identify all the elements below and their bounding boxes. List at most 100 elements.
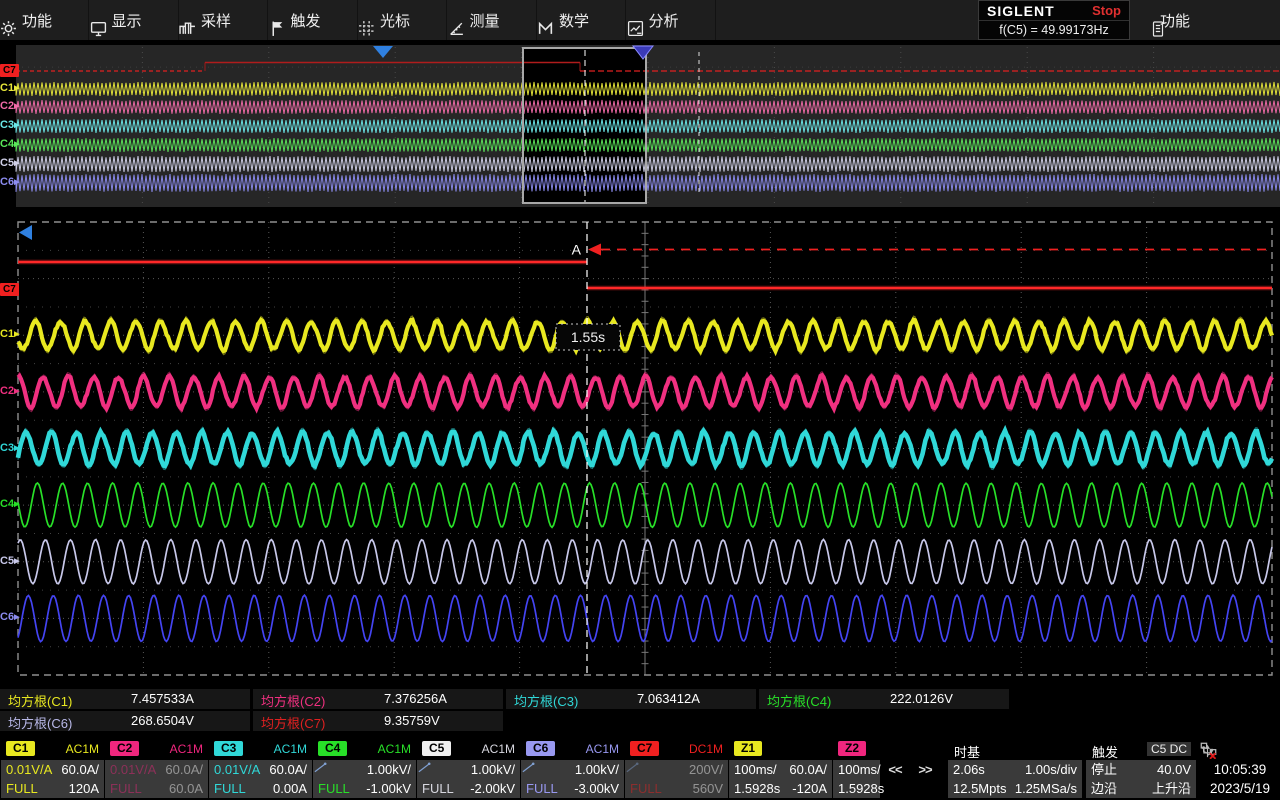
zoom-block-Z2[interactable]: Z2 100ms/1.5928s	[833, 740, 880, 798]
measurement-rms-C1[interactable]: 均方根(C1)7.457533A	[0, 689, 250, 709]
nav-prev-button[interactable]: <<	[882, 758, 908, 782]
menu-item-cursor[interactable]: 光标	[358, 0, 447, 40]
measurement-label: 均方根(C2)	[261, 691, 325, 710]
measurement-rms-C2[interactable]: 均方根(C2)7.376256A	[253, 689, 503, 709]
menu-item-label: 测量	[470, 10, 500, 31]
measurement-value: 7.063412A	[637, 691, 700, 706]
channel-block-top: C4 AC1M	[313, 740, 416, 759]
trigger-block[interactable]: 触发 C5 DC 停止40.0V 边沿上升沿	[1086, 740, 1196, 798]
frequency-readout: f(C5) = 49.99173Hz	[979, 21, 1129, 40]
measurement-rms-C4[interactable]: 均方根(C4)222.0126V	[759, 689, 1009, 709]
channel-block-C6[interactable]: C6 AC1M 1.00kV/FULL-3.00kV	[521, 740, 624, 798]
channel-coupling: AC1M	[482, 742, 515, 756]
main-label-C5[interactable]: C5▶	[0, 555, 19, 568]
channel-coupling: DC1M	[689, 742, 723, 756]
nav-next-button[interactable]: >>	[912, 758, 938, 782]
channel-badge-C1[interactable]: C1	[6, 741, 35, 756]
channel-block-C7[interactable]: C7 DC1M 200V/FULL560V	[625, 740, 728, 798]
channel-badge-C4[interactable]: C4	[318, 741, 347, 756]
trigger-level: 40.0V	[1157, 760, 1191, 779]
main-label-C1[interactable]: C1▶	[0, 328, 19, 341]
channel-block-rows: 0.01V/A60.0A/FULL0.00A	[209, 760, 312, 798]
channel-setting-right: -1.00kV	[366, 779, 411, 798]
oscilloscope-screen: 功能显示采样触发光标测量数学分析 SIGLENT Stop f(C5) = 49…	[0, 0, 1280, 800]
channel-coupling: AC1M	[170, 742, 203, 756]
measurement-rms-C7[interactable]: 均方根(C7)9.35759V	[253, 711, 503, 731]
measurement-rms-C3[interactable]: 均方根(C3)7.063412A	[506, 689, 756, 709]
main-label-C2[interactable]: C2▶	[0, 385, 19, 398]
channel-block-top: C3 AC1M	[209, 740, 312, 759]
channel-setting-right: 60.0A/	[61, 760, 99, 779]
channel-block-top: C1AC1M	[1, 740, 104, 759]
channel-block-rows: 0.01V/A60.0A/FULL60.0A	[105, 760, 208, 798]
zoom-badge-Z1[interactable]: Z1	[734, 741, 762, 756]
menu-item-label: 数学	[559, 10, 589, 31]
channel-badge-C5[interactable]: C5	[422, 741, 451, 756]
main-label-C4[interactable]: C4▶	[0, 498, 19, 511]
menu-item-trigger[interactable]: 触发	[269, 0, 358, 40]
zoom-block-rows: 100ms/60.0A/1.5928s-120A	[729, 760, 832, 798]
zoom-block-top: Z2	[833, 740, 880, 759]
status-block: 10:05:39 2023/5/19	[1200, 740, 1280, 798]
channel-setting-right: -2.00kV	[470, 779, 515, 798]
channel-setting-left: FULL	[6, 779, 38, 798]
menu-item-acquire[interactable]: 采样	[179, 0, 268, 40]
menu-item-display[interactable]: 显示	[90, 0, 179, 40]
channel-setting-right: 120A	[69, 779, 99, 798]
channel-setting-left: FULL	[110, 779, 142, 798]
overview-label-C6[interactable]: C6▶	[0, 176, 19, 189]
overview-label-C7[interactable]: C7	[0, 64, 19, 77]
channel-setting-left: 0.01V/A	[6, 760, 52, 779]
menu-item-measure[interactable]: 测量	[448, 0, 537, 40]
measurement-value: 268.6504V	[131, 713, 194, 728]
channel-block-C4[interactable]: C4AC1M1.00kV/FULL-1.00kV	[313, 740, 416, 798]
channel-badge-C3[interactable]: C3	[214, 741, 243, 756]
channel-block-rows: 1.00kV/FULL-3.00kV	[521, 760, 624, 798]
measurement-value: 9.35759V	[384, 713, 440, 728]
zoom-badge-Z2[interactable]: Z2	[838, 741, 866, 756]
main-waveform-area: A1.55s	[0, 210, 1280, 688]
menu-item-analysis[interactable]: 分析	[627, 0, 716, 40]
channel-badge-C2[interactable]: C2	[110, 741, 139, 756]
overview-label-C3[interactable]: C3▶	[0, 119, 19, 132]
main-label-C7[interactable]: C7	[0, 283, 19, 296]
menu-item-function[interactable]: 功能	[0, 0, 89, 40]
channel-block-C3[interactable]: C3 AC1M 0.01V/A60.0A/FULL0.00A	[209, 740, 312, 798]
zoom-block-Z1[interactable]: Z1100ms/60.0A/1.5928s-120A	[729, 740, 832, 798]
channel-setting-right: 60.0A	[169, 779, 203, 798]
measurement-label: 均方根(C4)	[767, 691, 831, 710]
channel-coupling: AC1M	[378, 742, 411, 756]
timebase-block[interactable]: 时基 2.06s1.00s/div 12.5Mpts1.25MSa/s	[948, 740, 1082, 798]
channel-block-rows: 0.01V/A 60.0A/FULL 120A	[1, 760, 104, 798]
overview-label-C4[interactable]: C4▶	[0, 138, 19, 151]
main-label-C3[interactable]: C3▶	[0, 442, 19, 455]
trigger-type: 边沿	[1091, 779, 1117, 798]
overview-label-C5[interactable]: C5▶	[0, 157, 19, 170]
zoom-block-top: Z1	[729, 740, 832, 759]
measurement-value: 7.457533A	[131, 691, 194, 706]
channel-block-top: C6 AC1M	[521, 740, 624, 759]
cursor-a-label: A	[572, 242, 582, 258]
channel-block-rows: 200V/FULL560V	[625, 760, 728, 798]
overview-label-C2[interactable]: C2▶	[0, 100, 19, 113]
zoom-block-rows: 100ms/1.5928s	[833, 760, 880, 798]
timebase-window: 2.06s	[953, 760, 985, 779]
zoom-setting-left: 1.5928s	[734, 779, 780, 798]
main-label-C6[interactable]: C6▶	[0, 611, 19, 624]
overview-label-C1[interactable]: C1▶	[0, 82, 19, 95]
channel-setting-right: 560V	[693, 779, 723, 798]
channel-block-top: C7 DC1M	[625, 740, 728, 759]
zoom-setting-right: -120A	[792, 779, 827, 798]
channel-block-C5[interactable]: C5AC1M1.00kV/FULL-2.00kV	[417, 740, 520, 798]
channel-coupling: AC1M	[274, 742, 307, 756]
menu-item-function-right[interactable]: 功能	[1150, 0, 1190, 40]
channel-badge-C7[interactable]: C7	[630, 741, 659, 756]
menu-item-math[interactable]: 数学	[537, 0, 626, 40]
channel-badge-C6[interactable]: C6	[526, 741, 555, 756]
channel-block-C1[interactable]: C1AC1M0.01V/A 60.0A/FULL 120A	[1, 740, 104, 798]
measurement-rms-C6[interactable]: 均方根(C6)268.6504V	[0, 711, 250, 731]
bottom-bar: C1AC1M0.01V/A60.0A/FULL120AC2AC1M0.01V/A…	[0, 738, 1280, 800]
channel-coupling: AC1M	[586, 742, 619, 756]
channel-block-C2[interactable]: C2AC1M0.01V/A60.0A/FULL60.0A	[105, 740, 208, 798]
zoom-setting-right: 60.0A/	[789, 760, 827, 779]
